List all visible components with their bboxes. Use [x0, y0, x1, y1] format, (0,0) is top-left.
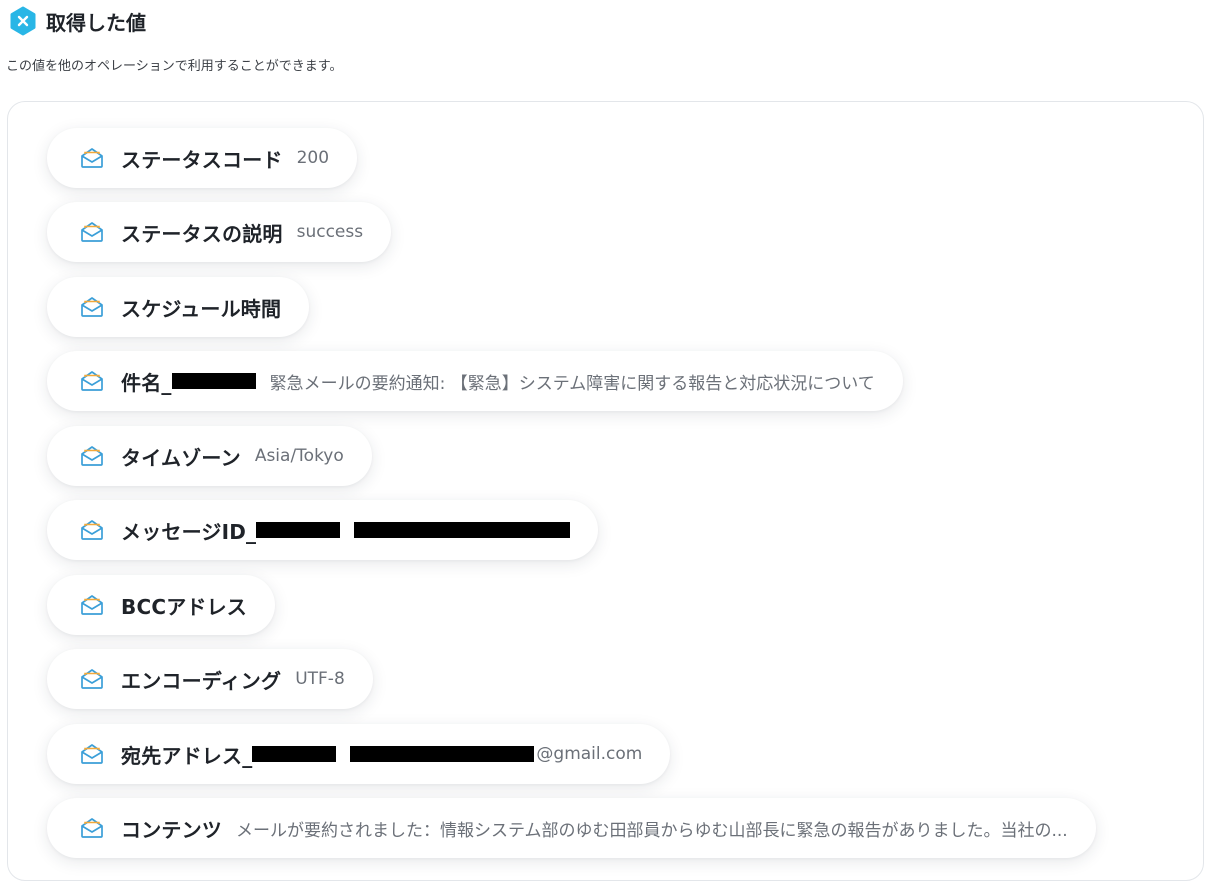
section-title: 取得した値	[46, 10, 146, 35]
mail-open-icon	[81, 222, 103, 242]
value-chip-value: Asia/Tokyo	[254, 446, 344, 466]
value-chip-label: ステータスコード	[121, 147, 283, 172]
value-chip-subject[interactable]: 件名_ 緊急メールの要約通知: 【緊急】システム障害に関する報告と対応状況につい…	[47, 351, 903, 411]
mail-open-icon	[81, 148, 103, 168]
mail-open-icon	[81, 818, 103, 838]
mail-open-icon	[81, 669, 103, 689]
value-chip-label: メッセージID_	[121, 519, 257, 544]
redaction-bar	[354, 522, 571, 538]
redaction-bar	[252, 746, 337, 762]
value-chip-bcc-address[interactable]: BCCアドレス	[47, 575, 275, 635]
section-description: この値を他のオペレーションで利用することができます。	[6, 59, 343, 74]
value-chip-label: ステータスの説明	[121, 221, 283, 246]
value-chip-content[interactable]: コンテンツ メールが要約されました：情報システム部のゆむ田部員からゆむ山部長に緊…	[47, 798, 1096, 858]
value-chip-value: @gmail.com	[536, 744, 643, 764]
value-chip-schedule-time[interactable]: スケジュール時間	[47, 277, 310, 337]
value-chip-status-code[interactable]: ステータスコード 200	[47, 128, 358, 188]
value-chip-value: 200	[296, 148, 330, 168]
mail-open-icon	[81, 297, 103, 317]
value-chip-label: BCCアドレス	[121, 594, 247, 619]
value-chip-label: エンコーディング	[121, 668, 282, 693]
value-chip-label: 宛先アドレス_	[121, 743, 253, 768]
value-chip-label: コンテンツ	[121, 817, 222, 842]
x-badge-icon	[10, 6, 36, 36]
mail-open-icon	[81, 595, 103, 615]
value-chip-to-address[interactable]: 宛先アドレス_ @gmail.com	[47, 724, 671, 784]
value-chip-message-id[interactable]: メッセージID_	[47, 500, 599, 560]
value-chip-status-description[interactable]: ステータスの説明 success	[47, 202, 392, 262]
value-chip-value: メールが要約されました：情報システム部のゆむ田部員からゆむ山部長に緊急の報告があ…	[236, 820, 1068, 841]
mail-open-icon	[81, 446, 103, 466]
value-chip-label: タイムゾーン	[121, 445, 241, 470]
redaction-bar	[171, 373, 256, 389]
value-chip-value: 緊急メールの要約通知: 【緊急】システム障害に関する報告と対応状況について	[269, 373, 875, 394]
value-chip-value: success	[296, 222, 364, 242]
mail-open-icon	[81, 744, 103, 764]
redaction-bar	[350, 746, 535, 762]
section-header: 取得した値	[8, 6, 146, 36]
value-chip-timezone[interactable]: タイムゾーン Asia/Tokyo	[47, 426, 372, 486]
value-chip-label: スケジュール時間	[121, 296, 282, 321]
mail-open-icon	[81, 371, 103, 391]
value-chip-encoding[interactable]: エンコーディング UTF-8	[47, 649, 373, 709]
mail-open-icon	[81, 520, 103, 540]
value-chip-label: 件名_	[121, 370, 172, 395]
value-chip-value: UTF-8	[295, 669, 345, 689]
redaction-bar	[256, 522, 341, 538]
